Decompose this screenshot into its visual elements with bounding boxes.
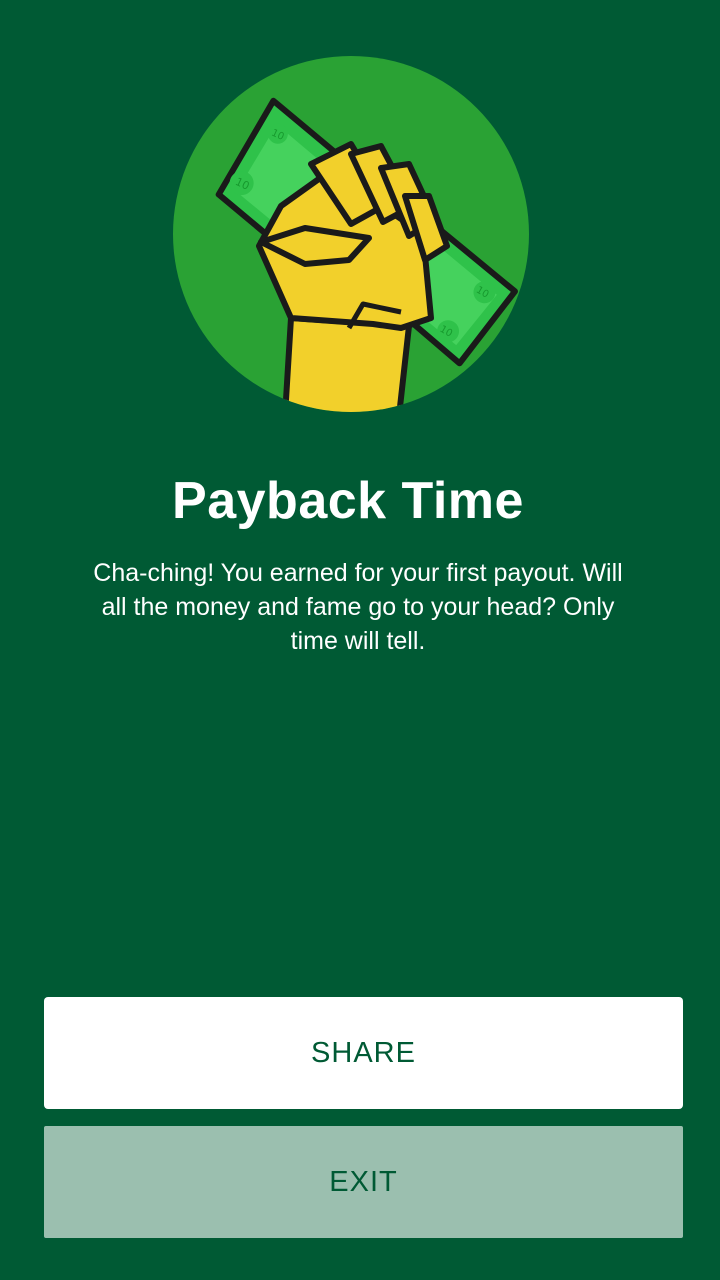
share-button[interactable]: SHARE: [44, 997, 683, 1109]
achievement-badge: 10 10 10 10: [173, 56, 529, 412]
exit-button-label: EXIT: [329, 1165, 398, 1198]
exit-button[interactable]: EXIT: [44, 1126, 683, 1238]
share-button-label: SHARE: [311, 1036, 416, 1069]
description-text: Cha-ching! You earned for your first pay…: [93, 559, 623, 655]
page-title: Payback Time: [172, 472, 524, 530]
fist-holding-money-icon: 10 10 10 10: [173, 56, 529, 412]
